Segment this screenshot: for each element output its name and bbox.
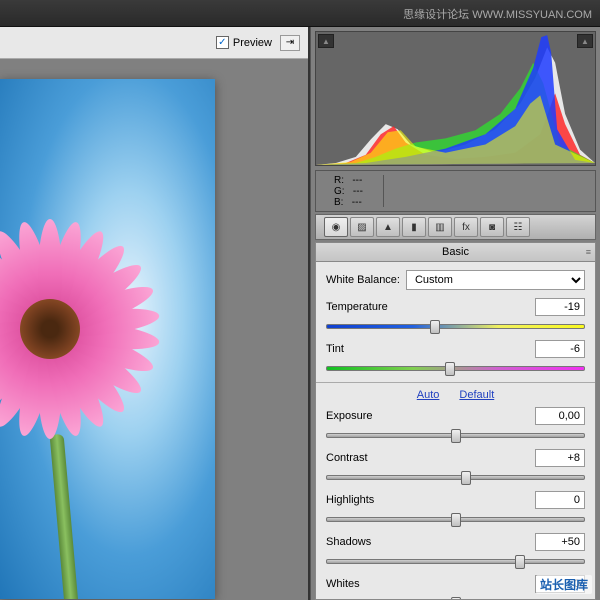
slider-thumb[interactable] — [515, 555, 525, 569]
aperture-icon: ◉ — [332, 222, 341, 233]
slider-thumb[interactable] — [430, 320, 440, 334]
whites-slider[interactable] — [326, 595, 585, 600]
temperature-row: Temperature — [326, 298, 585, 334]
contrast-input[interactable] — [535, 449, 585, 467]
preview-label: Preview — [233, 37, 272, 49]
panel-tabstrip: ◉ ▨ ▲ ▮ ▥ fx ◙ ☷ — [315, 214, 596, 240]
fx-icon: fx — [462, 222, 470, 233]
preset-icon: ☷ — [514, 222, 523, 233]
contrast-row: Contrast — [326, 449, 585, 485]
shadows-label: Shadows — [326, 536, 371, 548]
shadow-clip-icon[interactable]: ▲ — [318, 34, 334, 48]
contrast-label: Contrast — [326, 452, 368, 464]
watermark-top: 思缘设计论坛 WWW.MISSYUAN.COM — [403, 6, 592, 22]
detail-icon: ▲ — [383, 222, 393, 233]
tab-basic[interactable]: ◉ — [324, 217, 348, 237]
tint-row: Tint — [326, 340, 585, 376]
slider-thumb[interactable] — [451, 513, 461, 527]
exposure-slider[interactable] — [326, 427, 585, 443]
hsl-icon: ▮ — [411, 222, 417, 233]
check-icon: ✓ — [216, 36, 229, 49]
whites-label: Whites — [326, 578, 360, 590]
image-preview — [0, 79, 215, 599]
shadows-row: Shadows — [326, 533, 585, 569]
tab-presets[interactable]: ☷ — [506, 217, 530, 237]
tab-camera[interactable]: ◙ — [480, 217, 504, 237]
highlights-row: Highlights — [326, 491, 585, 527]
slider-thumb[interactable] — [461, 471, 471, 485]
tint-slider[interactable] — [326, 360, 585, 376]
temperature-input[interactable] — [535, 298, 585, 316]
highlights-label: Highlights — [326, 494, 374, 506]
slider-thumb[interactable] — [445, 362, 455, 376]
tab-fx[interactable]: fx — [454, 217, 478, 237]
curve-icon: ▨ — [357, 222, 366, 233]
adjustments-column: ▲ ▲ R: --- G: --- B: --- ◉ ▨ ▲ ▮ ▥ — [310, 27, 600, 600]
panel-title-text: Basic — [442, 246, 469, 258]
shadows-input[interactable] — [535, 533, 585, 551]
toggle-fullscreen-button[interactable]: ⇥ — [280, 35, 300, 51]
basic-panel: White Balance: Custom Temperature Tint — [315, 262, 596, 600]
image-preview-area[interactable] — [0, 59, 308, 600]
auto-link[interactable]: Auto — [417, 389, 440, 401]
rgb-readout: R: --- G: --- B: --- — [315, 170, 596, 212]
exposure-input[interactable] — [535, 407, 585, 425]
tab-detail[interactable]: ▲ — [376, 217, 400, 237]
highlights-slider[interactable] — [326, 511, 585, 527]
contrast-slider[interactable] — [326, 469, 585, 485]
temperature-slider[interactable] — [326, 318, 585, 334]
highlight-clip-icon[interactable]: ▲ — [577, 34, 593, 48]
exposure-row: Exposure — [326, 407, 585, 443]
slider-thumb[interactable] — [451, 429, 461, 443]
tint-input[interactable] — [535, 340, 585, 358]
preview-column: ✓ Preview ⇥ — [0, 27, 310, 600]
preview-header-bar: ✓ Preview ⇥ — [0, 27, 308, 59]
histogram[interactable]: ▲ ▲ — [315, 31, 596, 166]
shadows-slider[interactable] — [326, 553, 585, 569]
default-link[interactable]: Default — [459, 389, 494, 401]
watermark-bottom: 站长图库 — [536, 575, 592, 594]
panel-menu-icon[interactable]: ≡ — [586, 247, 591, 257]
panel-title-bar: Basic ≡ — [315, 242, 596, 262]
preview-checkbox[interactable]: ✓ Preview — [216, 36, 272, 49]
exposure-label: Exposure — [326, 410, 372, 422]
expand-icon: ⇥ — [286, 37, 294, 48]
temperature-label: Temperature — [326, 301, 388, 313]
tab-hsl[interactable]: ▮ — [402, 217, 426, 237]
wb-select[interactable]: Custom — [406, 270, 585, 290]
tab-split[interactable]: ▥ — [428, 217, 452, 237]
tint-label: Tint — [326, 343, 344, 355]
split-icon: ▥ — [435, 222, 444, 233]
highlights-input[interactable] — [535, 491, 585, 509]
wb-label: White Balance: — [326, 274, 400, 286]
camera-icon: ◙ — [489, 222, 495, 233]
tab-curve[interactable]: ▨ — [350, 217, 374, 237]
